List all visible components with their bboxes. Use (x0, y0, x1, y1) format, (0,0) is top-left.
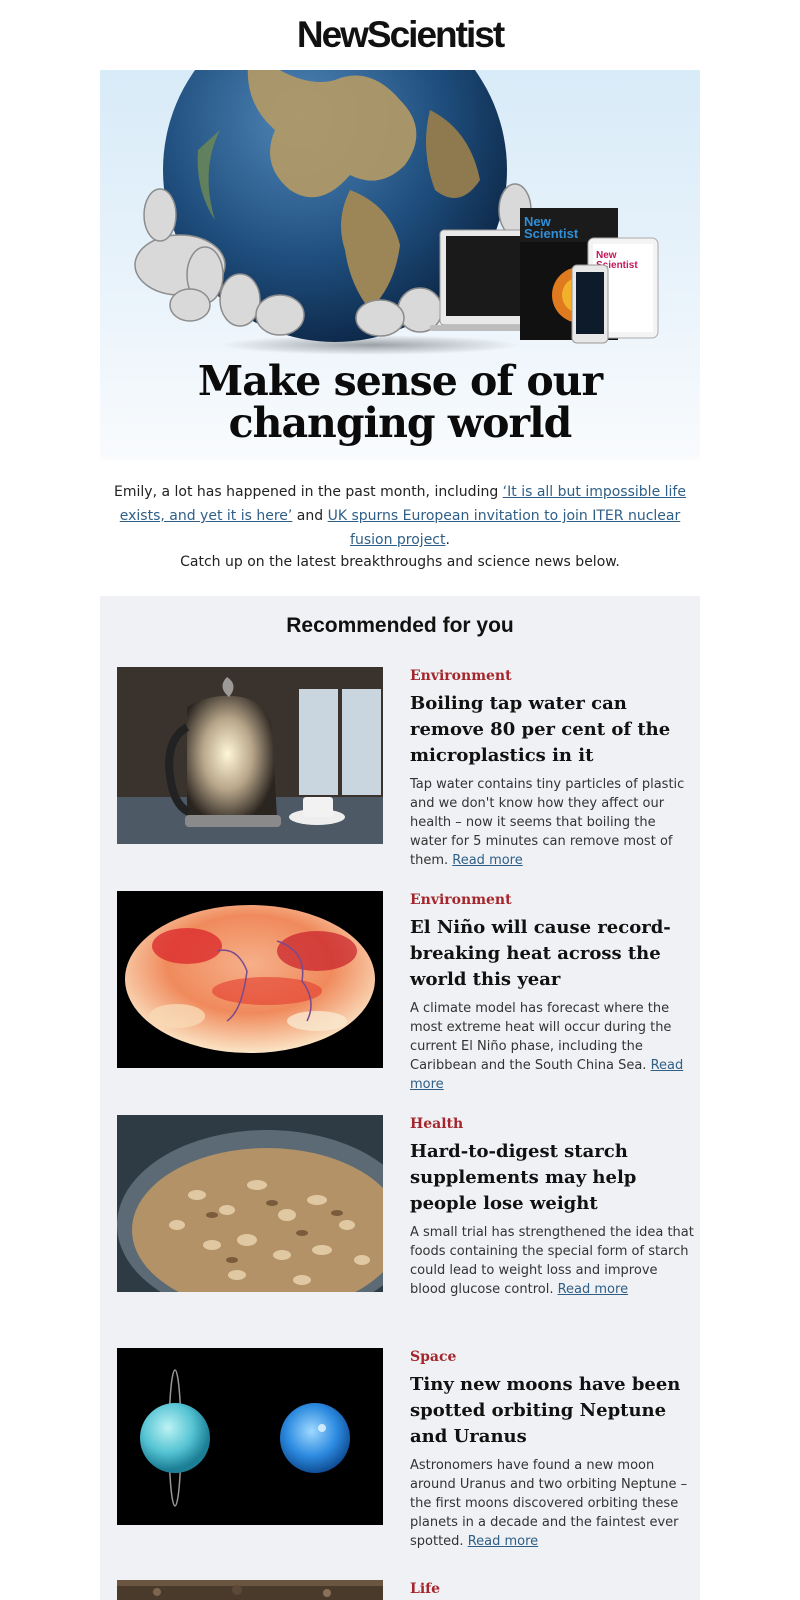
hero-banner[interactable]: New Scientist New Scientist Make sense o… (100, 70, 700, 460)
hero-title-line1: Make sense of our (197, 357, 603, 405)
article-summary: Tap water contains tiny particles of pla… (410, 775, 695, 870)
read-more-link[interactable]: Read more (452, 853, 522, 868)
article-headline[interactable]: El Niño will cause record-breaking heat … (410, 915, 695, 993)
intro-paragraph: Emily, a lot has happened in the past mo… (105, 480, 695, 552)
intro-suffix: . (445, 532, 450, 548)
article-image[interactable] (117, 891, 383, 1068)
article-summary: Astronomers have found a new moon around… (410, 1456, 695, 1551)
article-category[interactable]: Health (410, 1115, 695, 1133)
starch-jar-image (117, 1115, 383, 1292)
article-category[interactable]: Environment (410, 667, 695, 685)
recommended-section: Recommended for you Environment Boiling … (100, 596, 700, 1600)
uranus-neptune-image (117, 1348, 383, 1525)
summary-text: Astronomers have found a new moon around… (410, 1458, 688, 1549)
article-image[interactable] (117, 1348, 383, 1525)
read-more-link[interactable]: Read more (558, 1282, 628, 1297)
article-image[interactable] (117, 1580, 383, 1600)
article-image[interactable] (117, 1115, 383, 1292)
article-category[interactable]: Space (410, 1348, 695, 1366)
hero-title: Make sense of our changing world (100, 360, 700, 444)
article-link-iter[interactable]: UK spurns European invitation to join IT… (328, 508, 681, 548)
intro-middle: and (292, 508, 328, 524)
read-more-link[interactable]: Read more (468, 1534, 538, 1549)
article-summary: A climate model has forecast where the m… (410, 999, 695, 1094)
heat-map-image (117, 891, 383, 1068)
article-category[interactable]: Environment (410, 891, 695, 909)
summary-text: A climate model has forecast where the m… (410, 1001, 672, 1073)
new-scientist-logo[interactable]: NewScientist (0, 14, 800, 56)
article-image[interactable] (117, 667, 383, 844)
hero-illustration: New Scientist New Scientist (134, 70, 659, 355)
intro-prefix: Emily, a lot has happened in the past mo… (114, 484, 503, 500)
article-headline[interactable]: Hard-to-digest starch supplements may he… (410, 1139, 695, 1217)
svg-text:Scientist: Scientist (524, 226, 579, 241)
kettle-image (117, 667, 383, 844)
article-headline[interactable]: Tiny new moons have been spotted orbitin… (410, 1372, 695, 1450)
hero-title-line2: changing world (228, 399, 573, 447)
recommended-heading: Recommended for you (286, 614, 514, 637)
summary-text: A small trial has strengthened the idea … (410, 1225, 694, 1297)
article-summary: A small trial has strengthened the idea … (410, 1223, 695, 1299)
catch-up-text: Catch up on the latest breakthroughs and… (180, 554, 620, 570)
article-category[interactable]: Life (410, 1580, 695, 1598)
article-headline[interactable]: Boiling tap water can remove 80 per cent… (410, 691, 695, 769)
partial-image (117, 1580, 383, 1600)
